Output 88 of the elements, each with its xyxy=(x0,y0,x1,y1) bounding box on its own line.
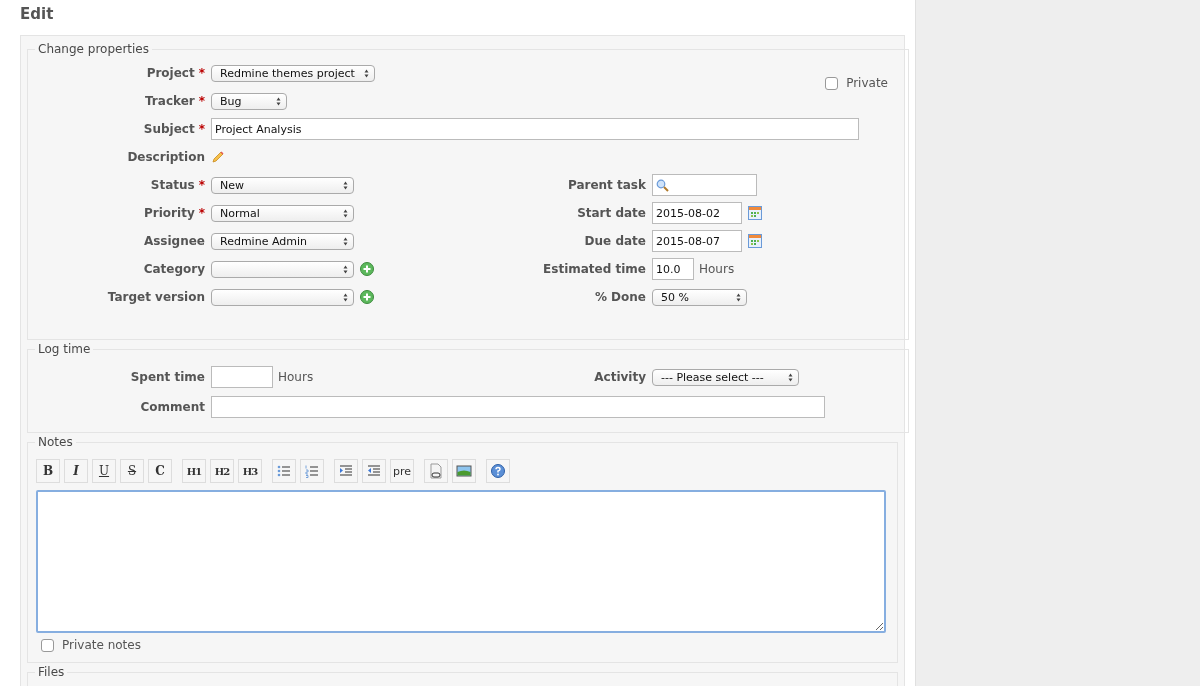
text-field[interactable]: Project Analysis xyxy=(211,118,859,140)
dropdown-arrows-icon xyxy=(343,208,348,218)
hours-field[interactable]: 10.0 xyxy=(652,258,694,280)
select-dropdown[interactable]: 50 % xyxy=(652,288,747,306)
field-label: Status xyxy=(150,178,195,192)
outdent-icon xyxy=(366,463,382,479)
date-field[interactable]: 2015-08-07 xyxy=(652,230,742,252)
format-button[interactable]: H1 xyxy=(182,459,206,483)
search-icon xyxy=(656,178,669,192)
format-button[interactable]: H2 xyxy=(210,459,234,483)
format-button[interactable]: B xyxy=(36,459,60,483)
select-dropdown[interactable]: Redmine Admin xyxy=(211,232,354,250)
field-label: Category xyxy=(143,262,205,276)
dropdown-arrows-icon xyxy=(736,292,741,302)
pencil-icon[interactable] xyxy=(211,150,225,164)
select-dropdown[interactable]: New xyxy=(211,176,354,194)
help-icon xyxy=(490,463,506,479)
section-legend: Change properties xyxy=(35,42,152,56)
field-label: Tracker xyxy=(145,94,195,108)
select-dropdown[interactable]: Redmine themes project xyxy=(211,64,375,82)
unit-label: Hours xyxy=(699,262,735,276)
dropdown-arrows-icon xyxy=(788,372,793,382)
required-mark: * xyxy=(198,122,205,136)
private-checkbox[interactable] xyxy=(825,76,839,90)
dropdown-arrows-icon xyxy=(343,264,348,274)
format-button[interactable]: pre xyxy=(390,459,414,483)
select-dropdown[interactable]: Bug xyxy=(211,92,287,110)
section-legend: Log time xyxy=(35,342,94,356)
document-link-icon xyxy=(428,463,444,479)
add-icon[interactable] xyxy=(360,290,374,304)
required-mark: * xyxy=(198,94,205,108)
bullet-list-button[interactable] xyxy=(272,459,296,483)
checkbox-label: Private xyxy=(846,76,888,90)
search-field[interactable] xyxy=(652,174,757,196)
format-button[interactable]: U xyxy=(92,459,116,483)
select-dropdown[interactable]: --- Please select --- xyxy=(652,368,799,386)
select-dropdown[interactable] xyxy=(211,260,354,278)
calendar-icon[interactable] xyxy=(748,234,762,248)
required-mark: * xyxy=(198,178,205,192)
outdent-button[interactable] xyxy=(362,459,386,483)
page-title: Edit xyxy=(20,4,54,24)
format-button[interactable]: C xyxy=(148,459,172,483)
indent-button[interactable] xyxy=(334,459,358,483)
field-label: Spent time xyxy=(130,370,205,384)
date-field[interactable]: 2015-08-02 xyxy=(652,202,742,224)
dropdown-arrows-icon xyxy=(364,68,369,78)
image-icon xyxy=(456,463,472,479)
dropdown-arrows-icon xyxy=(343,180,348,190)
comment-field[interactable] xyxy=(211,396,825,418)
indent-icon xyxy=(338,463,354,479)
format-button[interactable]: I xyxy=(64,459,88,483)
field-label: Project xyxy=(146,66,195,80)
calendar-icon[interactable] xyxy=(748,206,762,220)
image-button[interactable] xyxy=(452,459,476,483)
notes-textarea[interactable] xyxy=(36,490,886,633)
field-label: Subject xyxy=(143,122,195,136)
format-button[interactable]: H3 xyxy=(238,459,262,483)
field-label: Target version xyxy=(107,290,205,304)
required-mark: * xyxy=(198,66,205,80)
field-label: % Done xyxy=(594,290,646,304)
spent-time-field[interactable] xyxy=(211,366,273,388)
numbered-list-icon xyxy=(304,463,320,479)
add-icon[interactable] xyxy=(360,262,374,276)
field-label: Priority xyxy=(144,206,195,220)
field-label: Estimated time xyxy=(543,262,646,276)
required-mark: * xyxy=(198,206,205,220)
field-label: Activity xyxy=(594,370,646,384)
unit-label: Hours xyxy=(278,370,314,384)
select-dropdown[interactable] xyxy=(211,288,354,306)
document-link-button[interactable] xyxy=(424,459,448,483)
dropdown-arrows-icon xyxy=(343,292,348,302)
field-label: Comment xyxy=(140,400,205,414)
field-label: Due date xyxy=(584,234,646,248)
numbered-list-button[interactable] xyxy=(300,459,324,483)
format-button[interactable]: S xyxy=(120,459,144,483)
section-legend: Notes xyxy=(35,435,76,449)
private-notes-checkbox[interactable] xyxy=(41,638,54,652)
bullet-list-icon xyxy=(276,463,292,479)
field-label: Description xyxy=(127,150,205,164)
field-label: Parent task xyxy=(567,178,646,192)
dropdown-arrows-icon xyxy=(343,236,348,246)
field-label: Assignee xyxy=(143,234,205,248)
field-label: Start date xyxy=(577,206,646,220)
section-legend: Files xyxy=(35,665,68,679)
checkbox-label: Private notes xyxy=(62,638,141,652)
select-dropdown[interactable]: Normal xyxy=(211,204,354,222)
help-button[interactable] xyxy=(486,459,510,483)
dropdown-arrows-icon xyxy=(276,96,281,106)
